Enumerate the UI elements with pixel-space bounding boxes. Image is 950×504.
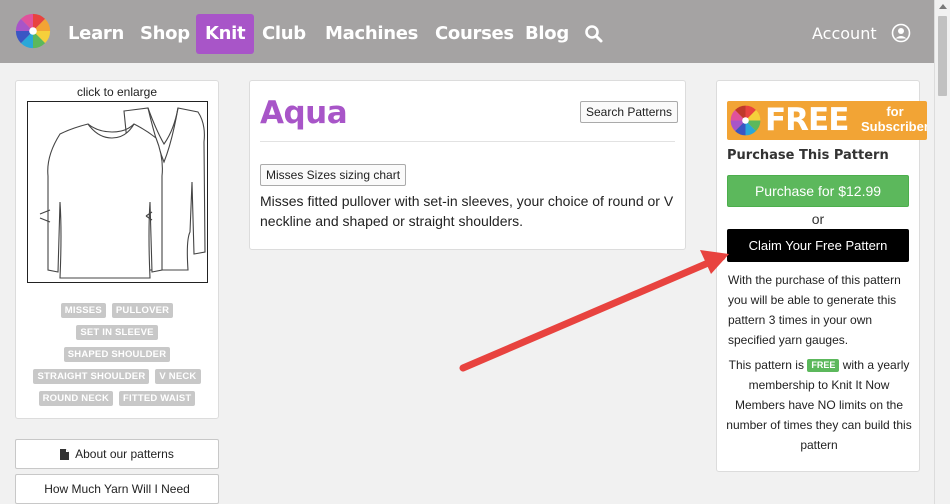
nav-courses[interactable]: Courses — [435, 14, 514, 54]
yarn-amount-label: How Much Yarn Will I Need — [44, 482, 190, 496]
banner-for-text: for — [886, 104, 904, 119]
enlarge-label: click to enlarge — [76, 85, 158, 99]
about-patterns-label: About our patterns — [75, 447, 174, 461]
or-separator: or — [811, 211, 825, 227]
page-scrollbar[interactable] — [934, 0, 950, 504]
sizing-chart-button[interactable]: Misses Sizes sizing chart — [260, 164, 407, 186]
nav-knit[interactable]: Knit — [196, 14, 255, 54]
nav-blog[interactable]: Blog — [525, 14, 569, 54]
tag-fitted-waist[interactable]: FITTED WAIST — [119, 391, 196, 406]
about-patterns-button[interactable]: About our patterns — [15, 439, 219, 469]
tag-misses[interactable]: MISSES — [60, 303, 106, 318]
free-badge: FREE — [807, 359, 840, 372]
tag-straight-shoulder[interactable]: STRAIGHT SHOULDER — [33, 369, 150, 384]
document-icon — [60, 448, 70, 460]
nav-learn[interactable]: Learn — [68, 14, 124, 54]
tag-pullover[interactable]: PULLOVER — [111, 303, 174, 318]
nav-shop[interactable]: Shop — [140, 14, 190, 54]
pattern-tags: MISSES PULLOVER SET IN SLEEVE SHAPED SHO… — [16, 303, 218, 413]
scroll-thumb[interactable] — [938, 16, 947, 96]
nav-machines[interactable]: Machines — [325, 14, 418, 54]
membership-info-text: This pattern is FREE with a yearly membe… — [723, 355, 915, 455]
purchase-heading: Purchase This Pattern — [727, 148, 889, 163]
user-icon[interactable] — [891, 23, 911, 43]
tag-v-neck[interactable]: V NECK — [155, 369, 201, 384]
purchase-panel: FREE for Subscribers Purchase This Patte… — [716, 80, 927, 472]
account-link[interactable]: Account — [812, 14, 877, 54]
banner-subscribers-text: Subscribers — [861, 119, 927, 134]
banner-free-text: FREE — [765, 102, 849, 138]
pattern-image-panel: click to enlarge MISSES PULLOVER SET IN … — [15, 80, 219, 419]
pattern-description: Misses fitted pullover with set-in sleev… — [260, 193, 674, 229]
tag-set-in-sleeve[interactable]: SET IN SLEEVE — [76, 325, 158, 340]
logo-icon — [730, 105, 761, 136]
divider — [260, 141, 675, 142]
pattern-details-panel: Aqua Search Patterns Misses Sizes sizing… — [249, 80, 686, 250]
pattern-sketch[interactable] — [27, 101, 208, 283]
logo-icon[interactable] — [14, 12, 52, 50]
membership-info-before: This pattern is — [728, 358, 804, 372]
sweater-sketch-icon — [39, 107, 206, 279]
claim-free-pattern-button[interactable]: Claim Your Free Pattern — [727, 229, 909, 262]
membership-info-after: with a yearly membership to Knit It Now … — [726, 358, 912, 452]
nav-club[interactable]: Club — [262, 14, 306, 54]
scroll-up-arrow-icon[interactable] — [939, 4, 947, 9]
purchase-info-text: With the purchase of this pattern you wi… — [728, 273, 901, 347]
top-nav: Learn Shop Knit Club Machines Courses Bl… — [0, 0, 934, 63]
page-title: Aqua — [260, 95, 348, 131]
search-icon[interactable] — [584, 24, 604, 44]
tag-round-neck[interactable]: ROUND NECK — [38, 391, 113, 406]
purchase-button[interactable]: Purchase for $12.99 — [727, 175, 909, 207]
free-for-subscribers-banner[interactable]: FREE for Subscribers — [727, 101, 927, 140]
tag-shaped-shoulder[interactable]: SHAPED SHOULDER — [63, 347, 171, 362]
yarn-amount-button[interactable]: How Much Yarn Will I Need — [15, 474, 219, 504]
search-patterns-button[interactable]: Search Patterns — [580, 101, 679, 123]
